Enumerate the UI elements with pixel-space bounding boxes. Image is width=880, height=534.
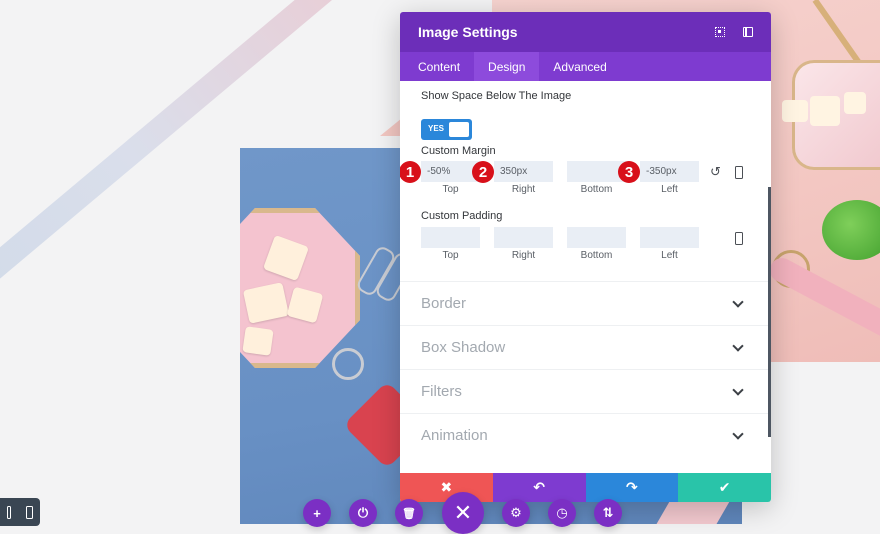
show-space-label: Show Space Below The Image bbox=[421, 90, 572, 102]
margin-left-caption: Left bbox=[661, 184, 678, 195]
modal-scrollbar[interactable] bbox=[768, 187, 771, 437]
padding-left-input[interactable] bbox=[640, 227, 699, 248]
chevron-down-icon bbox=[732, 427, 744, 440]
step-badge: 3 bbox=[618, 161, 640, 183]
padding-top-cell: Top bbox=[421, 227, 480, 261]
gear-icon: ⚙ bbox=[510, 505, 522, 520]
chevron-down-icon bbox=[732, 295, 744, 308]
margin-right-cell: 2 Right bbox=[472, 161, 553, 195]
padding-right-cell: Right bbox=[494, 227, 553, 261]
section-border[interactable]: Border bbox=[400, 281, 771, 325]
tab-design[interactable]: Design bbox=[474, 52, 540, 81]
phone-icon[interactable] bbox=[735, 166, 743, 179]
custom-padding-label: Custom Padding bbox=[421, 210, 503, 222]
tab-content[interactable]: Content bbox=[404, 52, 474, 81]
margin-left-cell: 3 Left bbox=[618, 161, 699, 195]
photo-keyring bbox=[332, 348, 364, 380]
tablet-icon[interactable] bbox=[7, 505, 12, 519]
padding-right-caption: Right bbox=[511, 250, 536, 261]
step-badge: 1 bbox=[400, 161, 421, 183]
photo-candy bbox=[810, 96, 840, 126]
phone-icon[interactable] bbox=[735, 232, 743, 245]
undo-button[interactable]: ↶ bbox=[492, 473, 586, 502]
section-filters-label: Filters bbox=[421, 383, 462, 400]
photo-candy bbox=[782, 100, 808, 122]
section-border-label: Border bbox=[421, 295, 467, 312]
section-box-shadow-label: Box Shadow bbox=[421, 339, 506, 356]
check-icon: ✔ bbox=[718, 479, 731, 495]
redo-icon: ↷ bbox=[626, 479, 638, 495]
padding-left-caption: Left bbox=[661, 250, 678, 261]
add-button[interactable]: + bbox=[303, 499, 331, 527]
padding-bottom-input[interactable] bbox=[567, 227, 626, 248]
photo-candy bbox=[844, 92, 866, 114]
margin-top-cell: 1 Top bbox=[400, 161, 480, 195]
show-space-toggle[interactable]: YES bbox=[421, 119, 472, 140]
photo-candy bbox=[242, 326, 274, 356]
photo-plant bbox=[822, 200, 880, 260]
tab-advanced[interactable]: Advanced bbox=[539, 52, 620, 81]
history-icon: ◷ bbox=[556, 505, 568, 520]
toggle-knob bbox=[449, 122, 469, 137]
redo-button[interactable]: ↷ bbox=[585, 473, 679, 502]
sort-icon: ⇅ bbox=[602, 505, 614, 520]
power-icon: ⏻ bbox=[357, 505, 369, 520]
padding-bottom-caption: Bottom bbox=[580, 250, 613, 261]
padding-left-cell: Left bbox=[640, 227, 699, 261]
margin-right-caption: Right bbox=[511, 184, 536, 195]
trash-icon: 🗑 bbox=[402, 507, 416, 520]
close-builder-button[interactable]: ✕ bbox=[442, 492, 484, 534]
modal-body: Show Space Below The Image YES Custom Ma… bbox=[400, 81, 771, 473]
margin-top-caption: Top bbox=[442, 184, 459, 195]
padding-bottom-cell: Bottom bbox=[567, 227, 626, 261]
chevron-down-icon bbox=[732, 339, 744, 352]
custom-margin-inputs: 1 Top 2 Right Bottom 3 Left bbox=[400, 161, 713, 195]
custom-padding-inputs: Top Right Bottom Left bbox=[421, 227, 713, 261]
delete-button[interactable]: 🗑 bbox=[395, 499, 423, 527]
responsive-view-bar[interactable] bbox=[0, 498, 40, 526]
margin-bottom-cell: Bottom bbox=[567, 161, 626, 195]
image-settings-modal: Image Settings Content Design Advanced S… bbox=[400, 12, 771, 502]
reset-icon[interactable]: ↺ bbox=[710, 164, 721, 180]
save-button[interactable]: ✔ bbox=[678, 473, 771, 502]
margin-left-input[interactable] bbox=[640, 161, 699, 182]
margin-bottom-caption: Bottom bbox=[580, 184, 613, 195]
chevron-down-icon bbox=[732, 383, 744, 396]
padding-top-caption: Top bbox=[442, 250, 459, 261]
settings-button[interactable]: ⚙ bbox=[502, 499, 530, 527]
undo-icon: ↶ bbox=[533, 479, 545, 495]
close-icon: ✖ bbox=[440, 479, 453, 495]
step-badge: 2 bbox=[472, 161, 494, 183]
padding-top-input[interactable] bbox=[421, 227, 480, 248]
photo-watch-strap bbox=[765, 253, 880, 351]
custom-margin-label: Custom Margin bbox=[421, 145, 496, 157]
margin-right-input[interactable] bbox=[494, 161, 553, 182]
close-icon: ✕ bbox=[453, 500, 473, 525]
modal-tabs: Content Design Advanced bbox=[400, 52, 771, 81]
history-button[interactable]: ◷ bbox=[548, 499, 576, 527]
phone-icon[interactable] bbox=[25, 505, 33, 519]
section-animation-label: Animation bbox=[421, 427, 488, 444]
section-box-shadow[interactable]: Box Shadow bbox=[400, 325, 771, 369]
padding-right-input[interactable] bbox=[494, 227, 553, 248]
toggle-yes-label: YES bbox=[428, 124, 445, 133]
discard-button[interactable]: ✖ bbox=[400, 473, 493, 502]
modal-header[interactable]: Image Settings bbox=[400, 12, 771, 52]
section-filters[interactable]: Filters bbox=[400, 369, 771, 413]
background-triangle bbox=[380, 118, 402, 136]
add-icon: + bbox=[313, 505, 321, 521]
power-button[interactable]: ⏻ bbox=[349, 499, 377, 527]
sort-button[interactable]: ⇅ bbox=[594, 499, 622, 527]
modal-title: Image Settings bbox=[418, 24, 518, 40]
expand-icon[interactable] bbox=[715, 27, 725, 37]
section-animation[interactable]: Animation bbox=[400, 413, 771, 457]
split-view-icon[interactable] bbox=[743, 27, 753, 37]
